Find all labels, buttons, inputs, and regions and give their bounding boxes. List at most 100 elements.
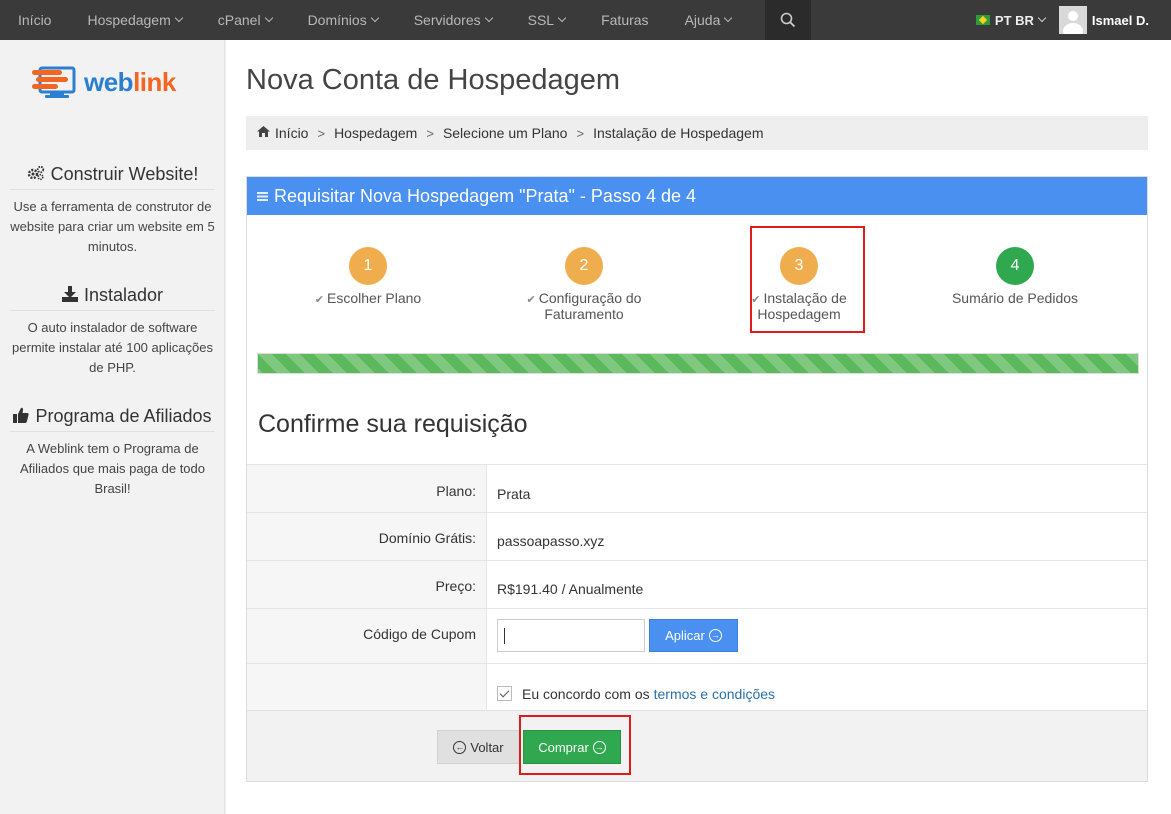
- sidebar-block-title[interactable]: Instalador: [10, 285, 215, 311]
- order-panel: Requisitar Nova Hospedagem "Prata" - Pas…: [246, 176, 1148, 782]
- logo-text-main: web: [84, 66, 134, 97]
- breadcrumb-separator-icon: >: [317, 125, 326, 141]
- plan-row: Plano: Prata: [247, 464, 1147, 512]
- step-1: 1 ✔ Escolher Plano: [268, 247, 468, 307]
- search-button[interactable]: [765, 0, 812, 40]
- chevron-down-icon: [557, 13, 567, 23]
- nav-label: cPanel: [217, 12, 261, 28]
- price-label: Preço:: [247, 561, 487, 608]
- nav-label: Domínios: [307, 12, 367, 28]
- weblink-logo[interactable]: weblink: [32, 64, 176, 100]
- domain-value: passoapasso.xyz: [487, 513, 1147, 560]
- sidebar-block-title-text: Instalador: [83, 285, 164, 305]
- panel-footer: ← Voltar Comprar →: [247, 710, 1147, 781]
- step-label: Sumário de Pedidos: [915, 291, 1115, 305]
- sidebar-block-affiliates: Programa de Afiliados A Weblink tem o Pr…: [0, 406, 225, 499]
- plan-label: Plano:: [247, 465, 487, 512]
- plan-value: Prata: [487, 465, 1147, 512]
- order-summary-table: Plano: Prata Domínio Grátis: passoapasso…: [247, 464, 1147, 710]
- step-label: ✔ Configuração do Faturamento: [484, 291, 684, 321]
- sidebar-block-website-builder: Construir Website! Use a ferramenta de c…: [0, 164, 225, 257]
- sidebar-block-title[interactable]: Programa de Afiliados: [10, 406, 215, 432]
- breadcrumb-separator-icon: >: [576, 125, 585, 141]
- terms-checkbox[interactable]: [497, 686, 512, 701]
- chevron-down-icon: [370, 13, 379, 23]
- confirm-title: Confirme sua requisição: [258, 410, 528, 438]
- coupon-controls: Aplicar →: [487, 609, 1147, 663]
- thumbs-up-icon: [13, 407, 30, 427]
- terms-link[interactable]: termos e condições: [654, 686, 775, 702]
- sidebar-block-text: O auto instalador de software permite in…: [12, 320, 213, 375]
- nav-item-ssl[interactable]: SSL: [510, 0, 583, 40]
- chevron-down-icon: [724, 13, 733, 23]
- coupon-label: Código de Cupom: [247, 609, 487, 663]
- breadcrumb-separator-icon: >: [426, 125, 434, 141]
- step-label-text: Escolher Plano: [327, 290, 422, 306]
- nav-label: Ajuda: [684, 12, 721, 28]
- search-icon: [781, 12, 796, 28]
- nav-label: Hospedagem: [87, 12, 171, 28]
- nav-item-hospedagem[interactable]: Hospedagem: [69, 0, 199, 40]
- step-number: 2: [565, 247, 603, 285]
- sidebar: weblink Construir Website! Use a ferrame…: [0, 40, 225, 814]
- arrow-circle-left-icon: ←: [453, 740, 467, 754]
- breadcrumb-link-plans[interactable]: Selecione um Plano: [443, 125, 568, 141]
- list-icon: [257, 188, 268, 205]
- back-button[interactable]: ← Voltar: [437, 730, 520, 764]
- sidebar-block-title[interactable]: Construir Website!: [10, 164, 215, 190]
- step-2: 2 ✔ Configuração do Faturamento: [484, 247, 684, 321]
- step-number: 1: [349, 247, 387, 285]
- price-value: R$191.40 / Anualmente: [487, 561, 1147, 608]
- gears-icon: [27, 165, 45, 185]
- nav-item-dominios[interactable]: Domínios: [290, 0, 396, 40]
- nav-item-servidores[interactable]: Servidores: [396, 0, 510, 40]
- chevron-down-icon: [174, 13, 183, 23]
- apply-label: Aplicar: [665, 628, 705, 643]
- step-number: 4: [996, 247, 1034, 285]
- chevron-down-icon: [264, 13, 273, 23]
- sidebar-block-title-text: Programa de Afiliados: [35, 406, 212, 426]
- breadcrumb-current: Instalação de Hospedagem: [593, 125, 764, 141]
- breadcrumb-link-hospedagem[interactable]: Hospedagem: [334, 125, 417, 141]
- panel-heading-text: Requisitar Nova Hospedagem "Prata" - Pas…: [274, 185, 696, 206]
- logo-text: weblink: [84, 67, 176, 98]
- terms-controls: Eu concordo com os termos e condições: [487, 664, 1147, 710]
- coupon-row: Código de Cupom Aplicar →: [247, 608, 1147, 663]
- page-title: Nova Conta de Hospedagem: [246, 64, 621, 96]
- step-label-text: Configuração do Faturamento: [538, 290, 642, 322]
- chevron-down-icon: [484, 13, 493, 23]
- nav-label: Faturas: [601, 12, 649, 28]
- nav-label: Servidores: [413, 12, 481, 28]
- download-icon: [61, 285, 78, 306]
- breadcrumb-link-home[interactable]: Início: [275, 125, 308, 141]
- check-icon: ✔: [526, 294, 536, 306]
- step-label-text: Sumário de Pedidos: [951, 290, 1079, 306]
- brazil-flag-icon: [975, 15, 990, 25]
- logo-text-accent: link: [133, 66, 176, 97]
- step-3-highlight: [750, 226, 865, 333]
- nav-item-faturas[interactable]: Faturas: [583, 0, 666, 40]
- apply-coupon-button[interactable]: Aplicar →: [649, 619, 738, 652]
- nav-item-ajuda[interactable]: Ajuda: [667, 0, 750, 40]
- sidebar-block-installer: Instalador O auto instalador de software…: [0, 285, 225, 378]
- user-menu[interactable]: Ismael D.: [1058, 6, 1149, 34]
- home-icon: [257, 126, 270, 140]
- step-label: ✔ Escolher Plano: [268, 291, 468, 307]
- user-name: Ismael D.: [1091, 12, 1149, 28]
- language-selector[interactable]: PT BR: [975, 13, 1047, 28]
- terms-label-empty: [247, 664, 487, 710]
- breadcrumb: Início > Hospedagem > Selecione um Plano…: [246, 116, 1148, 150]
- nav-right: PT BR Ismael D.: [975, 0, 1171, 40]
- sidebar-block-text: Use a ferramenta de construtor de websit…: [10, 199, 215, 254]
- avatar: [1058, 6, 1087, 34]
- coupon-input[interactable]: [497, 619, 645, 652]
- nav-item-inicio[interactable]: Início: [0, 0, 69, 40]
- terms-text: Eu concordo com os: [522, 685, 650, 702]
- top-navbar: Início Hospedagem cPanel Domínios Servid…: [0, 0, 1171, 40]
- panel-heading: Requisitar Nova Hospedagem "Prata" - Pas…: [247, 177, 1147, 215]
- monitor-logo-icon: [32, 66, 76, 98]
- domain-label: Domínio Grátis:: [247, 513, 487, 560]
- arrow-circle-right-icon: →: [708, 629, 722, 642]
- nav-item-cpanel[interactable]: cPanel: [200, 0, 290, 40]
- chevron-down-icon: [1037, 13, 1047, 23]
